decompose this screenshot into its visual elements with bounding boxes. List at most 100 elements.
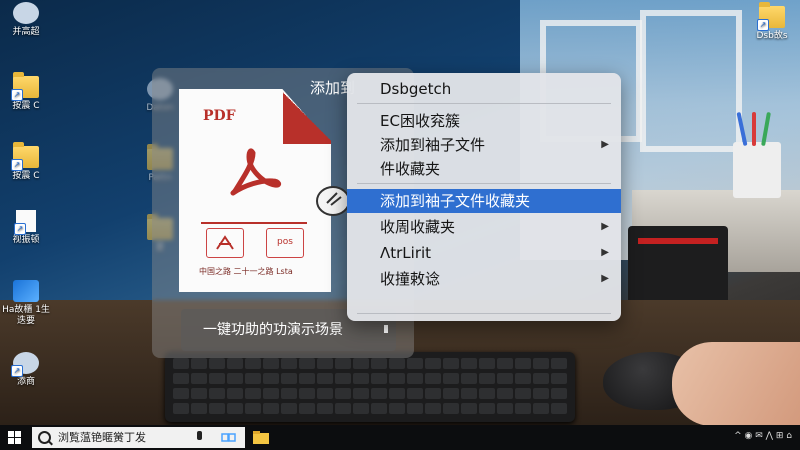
- key: [263, 358, 279, 369]
- context-menu-item[interactable]: 添加到袖子文件收藏夹: [347, 189, 621, 213]
- desktop-icon-label: 并高超: [12, 27, 40, 37]
- desktop-icon-folder-right[interactable]: ↗ Dsb故s: [746, 2, 798, 42]
- key: [371, 403, 387, 414]
- context-menu-item[interactable]: EC困收兖簇: [347, 109, 621, 133]
- pdf-divider: [201, 222, 307, 224]
- context-menu-item[interactable]: 件收藏夹: [347, 157, 621, 181]
- key: [317, 373, 333, 384]
- folder-icon: ↗: [11, 142, 39, 171]
- desktop-icon-folder[interactable]: ↗ 按震 C: [0, 72, 52, 112]
- key: [317, 358, 333, 369]
- desktop-icon-app[interactable]: Ha故櫃 1生迭要: [0, 280, 52, 327]
- desktop-icon-document[interactable]: ↗ 视振顿: [0, 210, 52, 246]
- context-menu-item[interactable]: ΛtrLirit ▶: [347, 241, 621, 265]
- key: [425, 358, 441, 369]
- key: [479, 373, 495, 384]
- key: [389, 388, 405, 399]
- desktop-icon-label: 按震 C: [12, 101, 40, 111]
- computer-icon: [13, 2, 39, 24]
- key: [299, 358, 315, 369]
- key: [443, 388, 459, 399]
- folder-icon: ↗: [757, 2, 785, 31]
- task-view-icon[interactable]: [221, 430, 236, 445]
- key: [173, 358, 189, 369]
- key: [353, 358, 369, 369]
- key: [209, 388, 225, 399]
- menu-item-label: 收周收藏夹: [380, 218, 456, 236]
- acrobat-icon: [230, 148, 282, 196]
- windows-start-icon[interactable]: [8, 431, 21, 444]
- menu-item-label: 添加到袖子文件: [380, 136, 486, 154]
- key: [335, 403, 351, 414]
- folder-icon: ↗: [11, 72, 39, 101]
- pen-cup: [733, 142, 781, 198]
- desktop-icon-this-pc[interactable]: 并高超: [0, 2, 52, 38]
- key: [443, 403, 459, 414]
- menu-item-label: 添加到袖子文件收藏夹: [380, 192, 531, 210]
- menu-separator: [357, 103, 611, 104]
- system-tray[interactable]: ^ ◉ ✉ ⋀ ⊞ ⌂: [734, 431, 792, 441]
- key: [461, 403, 477, 414]
- mic-icon[interactable]: [192, 430, 207, 445]
- key: [389, 373, 405, 384]
- key: [227, 388, 243, 399]
- taskbar-search[interactable]: 浏覧蕰铯暱黉丁发: [32, 427, 245, 448]
- key: [227, 358, 243, 369]
- key: [533, 373, 549, 384]
- key: [515, 373, 531, 384]
- action-label: 一键功助的功演示场景: [203, 322, 343, 338]
- key: [299, 388, 315, 399]
- key: [317, 403, 333, 414]
- submenu-arrow-icon: ▶: [601, 221, 609, 232]
- context-menu-item[interactable]: 添加到袖子文件 ▶: [347, 133, 621, 157]
- key: [551, 403, 567, 414]
- key: [245, 373, 261, 384]
- search-text: 浏覧蕰铯暱黉丁发: [58, 431, 146, 444]
- key: [191, 388, 207, 399]
- context-menu[interactable]: Dsbgetch EC困收兖簇 添加到袖子文件 ▶ 件收藏夹 添加到袖子文件收藏夹 收周收藏…: [347, 73, 621, 321]
- submenu-arrow-icon: ▶: [601, 139, 609, 150]
- key: [299, 403, 315, 414]
- key: [227, 403, 243, 414]
- desktop-icon-folder[interactable]: ↗ 按震 C: [0, 142, 52, 182]
- key: [335, 358, 351, 369]
- key: [461, 358, 477, 369]
- desktop-icon-label: Dsb故s: [756, 31, 788, 41]
- thumb-label: pos: [277, 237, 293, 247]
- menu-item-label: ΛtrLirit: [380, 244, 432, 262]
- context-menu-item[interactable]: Dsbgetch: [347, 77, 621, 101]
- key: [425, 388, 441, 399]
- desktop-icon-network[interactable]: ↗ 添商: [0, 352, 52, 388]
- key: [245, 388, 261, 399]
- network-icon: ↗: [11, 352, 39, 377]
- acrobat-small-icon: [216, 235, 234, 250]
- menu-item-label: 收撞敕谂: [380, 270, 441, 288]
- context-menu-item[interactable]: 收撞敕谂 ▶: [347, 267, 621, 291]
- key: [533, 358, 549, 369]
- key: [245, 403, 261, 414]
- menu-separator: [357, 183, 611, 184]
- key: [209, 403, 225, 414]
- desktop-icon-label: 按震 C: [12, 171, 40, 181]
- key: [407, 388, 423, 399]
- key: [407, 358, 423, 369]
- key: [191, 403, 207, 414]
- menu-item-label: 件收藏夹: [380, 160, 441, 178]
- key: [281, 403, 297, 414]
- key: [497, 373, 513, 384]
- key: [389, 403, 405, 414]
- pdf-thumbnail: [206, 228, 244, 258]
- key: [515, 358, 531, 369]
- file-explorer-icon[interactable]: [253, 430, 269, 445]
- key: [371, 373, 387, 384]
- key: [191, 358, 207, 369]
- key: [497, 358, 513, 369]
- key: [353, 373, 369, 384]
- key: [407, 403, 423, 414]
- key: [173, 373, 189, 384]
- submenu-arrow-icon: ▶: [601, 247, 609, 258]
- key: [551, 373, 567, 384]
- hand: [672, 342, 800, 426]
- key: [479, 388, 495, 399]
- context-menu-item[interactable]: 收周收藏夹 ▶: [347, 215, 621, 239]
